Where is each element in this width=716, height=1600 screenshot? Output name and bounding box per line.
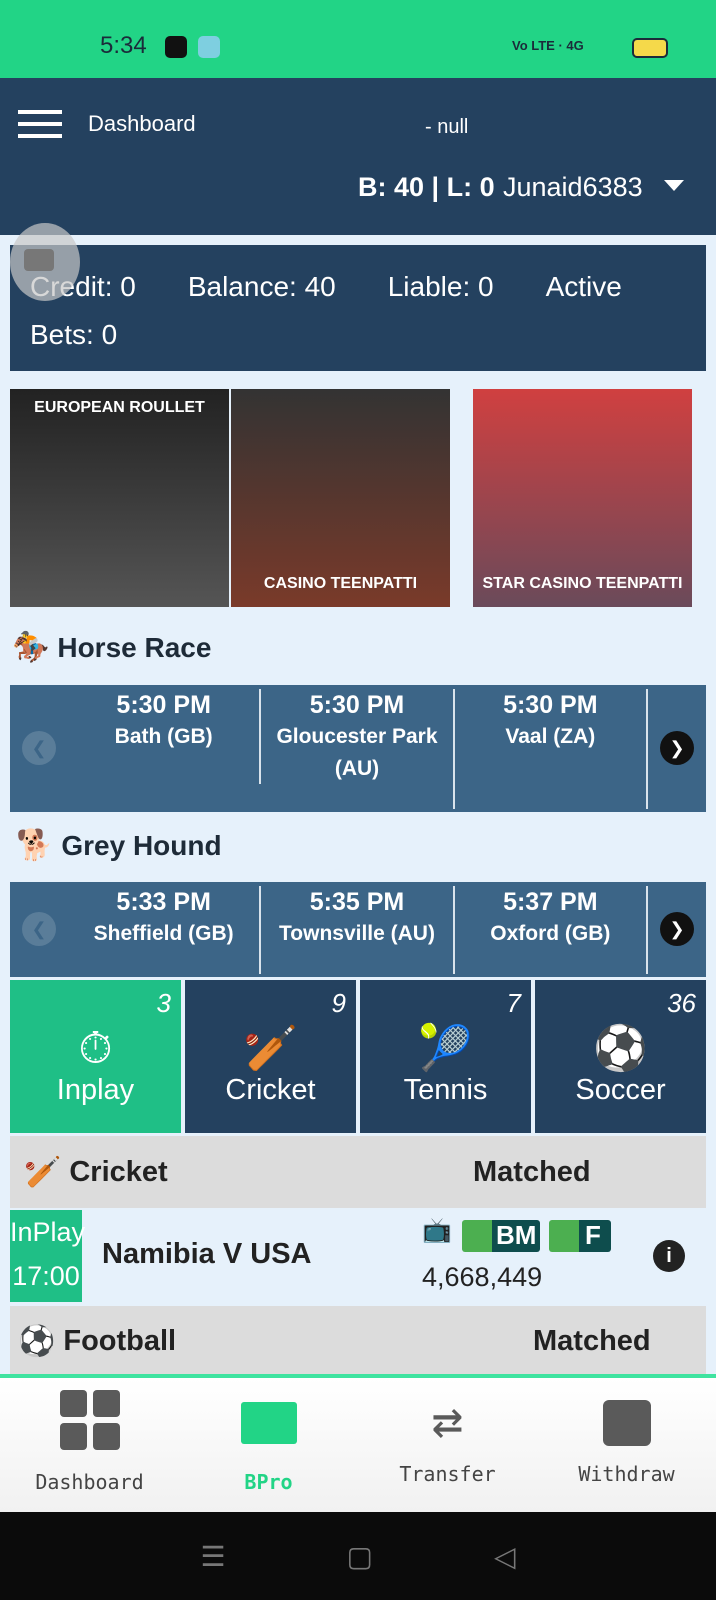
chat-notification-icon xyxy=(198,36,220,58)
page-title: Dashboard xyxy=(88,111,196,136)
prev-arrow-icon[interactable]: ❮ xyxy=(22,731,56,765)
lock-icon xyxy=(24,249,54,271)
next-arrow-icon[interactable]: ❯ xyxy=(659,912,694,946)
horse-icon: 🏇 xyxy=(12,631,50,664)
inplay-badge: InPlay 17:00 xyxy=(10,1210,85,1302)
balance: Balance: 40 xyxy=(187,271,336,302)
menu-icon[interactable] xyxy=(18,110,62,138)
bottom-nav: Dashboard BPro ⇄ Transfer Withdraw xyxy=(0,1374,716,1512)
nav-transfer[interactable]: ⇄ Transfer xyxy=(358,1378,537,1512)
username[interactable]: Junaid6383 xyxy=(503,172,643,203)
system-nav-bar: ☰ ▢ ◁ xyxy=(0,1512,716,1600)
transfer-icon: ⇄ xyxy=(431,1391,464,1451)
grey-hound-carousel: ❮ 5:33 PM Sheffield (GB) 5:35 PM Townsvill… xyxy=(10,882,706,977)
horse-race-heading: 🏇 Horse Race xyxy=(12,631,212,664)
tennis-icon: 🎾 xyxy=(418,1024,473,1073)
soccer-icon: ⚽ xyxy=(593,1024,648,1073)
race-item[interactable]: 5:33 PM Sheffield (GB) xyxy=(68,886,262,974)
stopwatch-icon: ⏱ xyxy=(78,1024,113,1073)
recent-apps-icon[interactable]: ☰ xyxy=(200,1540,225,1573)
app-notification-icon xyxy=(165,36,187,58)
matched-amount: 4,668,449 xyxy=(422,1262,543,1292)
clock: 5:34 xyxy=(100,32,147,59)
race-item[interactable]: 5:30 PM Gloucester Park (AU) xyxy=(261,689,455,809)
race-item[interactable]: 5:30 PM Bath (GB) xyxy=(68,689,262,784)
tv-icon: 📺 xyxy=(422,1217,452,1244)
nav-withdraw[interactable]: Withdraw xyxy=(537,1378,716,1512)
matched-header: Matched xyxy=(473,1155,591,1188)
back-icon[interactable]: ◁ xyxy=(494,1540,516,1573)
app-header: Dashboard - null B: 40 | L: 0 Junaid6383 xyxy=(0,78,716,235)
header-subtitle: - null xyxy=(425,116,469,138)
nav-dashboard[interactable]: Dashboard xyxy=(0,1378,179,1512)
lock-button[interactable] xyxy=(10,223,80,301)
dashboard-icon xyxy=(59,1390,120,1450)
race-item[interactable]: 5:30 PM Vaal (ZA) xyxy=(455,689,648,809)
casino-label: STAR CASINO TEENPATTI xyxy=(482,575,683,592)
bookmaker-badge: BM xyxy=(462,1220,541,1252)
bpro-wallet-icon xyxy=(240,1402,297,1444)
tab-inplay[interactable]: 3 ⏱ Inplay xyxy=(10,980,181,1133)
tab-cricket[interactable]: 9 🏏 Cricket xyxy=(185,980,356,1133)
cricket-section-header: 🏏 Cricket Matched xyxy=(10,1136,706,1208)
race-item[interactable]: 5:37 PM Oxford (GB) xyxy=(455,886,648,974)
liable: Liable: 0 xyxy=(387,271,494,302)
sports-tabs: 3 ⏱ Inplay 9 🏏 Cricket 7 🎾 Tennis 36 ⚽ Soccer xyxy=(10,980,706,1133)
section-title: Cricket xyxy=(69,1155,168,1188)
matched-header: Matched xyxy=(533,1324,651,1357)
race-item[interactable]: 5:35 PM Townsville (AU) xyxy=(261,886,455,974)
account-summary: Credit: 0 Balance: 40 Liable: 0 Active Bets… xyxy=(10,245,706,371)
fancy-badge: F xyxy=(549,1220,611,1252)
tab-tennis[interactable]: 7 🎾 Tennis xyxy=(360,980,531,1133)
nav-bpro[interactable]: BPro xyxy=(179,1378,358,1512)
horse-race-carousel: ❮ 5:30 PM Bath (GB) 5:30 PM Gloucester Par… xyxy=(10,685,706,812)
casino-star-teenpatti[interactable]: STAR CASINO TEENPATTI xyxy=(473,389,692,607)
greyhound-icon: 🐕 xyxy=(16,829,54,862)
casino-european-roulette[interactable]: EUROPEAN ROULLET xyxy=(10,389,229,607)
grey-hound-heading: 🐕 Grey Hound xyxy=(16,829,222,862)
cricket-icon: 🏏 xyxy=(243,1024,298,1073)
section-title: Football xyxy=(63,1324,177,1357)
network-indicator: Vo LTE · 4G xyxy=(512,38,584,53)
casino-label: CASINO TEENPATTI xyxy=(263,575,418,592)
battery-icon xyxy=(632,38,668,58)
casino-teenpatti[interactable]: CASINO TEENPATTI xyxy=(231,389,450,607)
cricket-icon: 🏏 xyxy=(24,1155,62,1189)
info-icon[interactable]: i xyxy=(653,1240,685,1272)
withdraw-wallet-icon xyxy=(602,1400,651,1446)
match-name[interactable]: Namibia V USA xyxy=(102,1238,312,1271)
match-row[interactable]: InPlay 17:00 Namibia V USA 📺 BM F 4,668,4… xyxy=(10,1210,706,1302)
prev-arrow-icon[interactable]: ❮ xyxy=(22,912,56,946)
casino-label: EUROPEAN ROULLET xyxy=(34,399,205,416)
balance-summary: B: 40 | L: 0 xyxy=(358,172,495,202)
next-arrow-icon[interactable]: ❯ xyxy=(659,731,694,765)
status-bar: 5:34 Vo LTE · 4G xyxy=(0,0,716,78)
football-section-header: ⚽ Football Matched xyxy=(10,1306,706,1376)
home-icon[interactable]: ▢ xyxy=(347,1540,373,1573)
tab-soccer[interactable]: 36 ⚽ Soccer xyxy=(535,980,706,1133)
user-dropdown-icon[interactable] xyxy=(664,180,684,201)
soccer-icon: ⚽ xyxy=(18,1324,56,1358)
